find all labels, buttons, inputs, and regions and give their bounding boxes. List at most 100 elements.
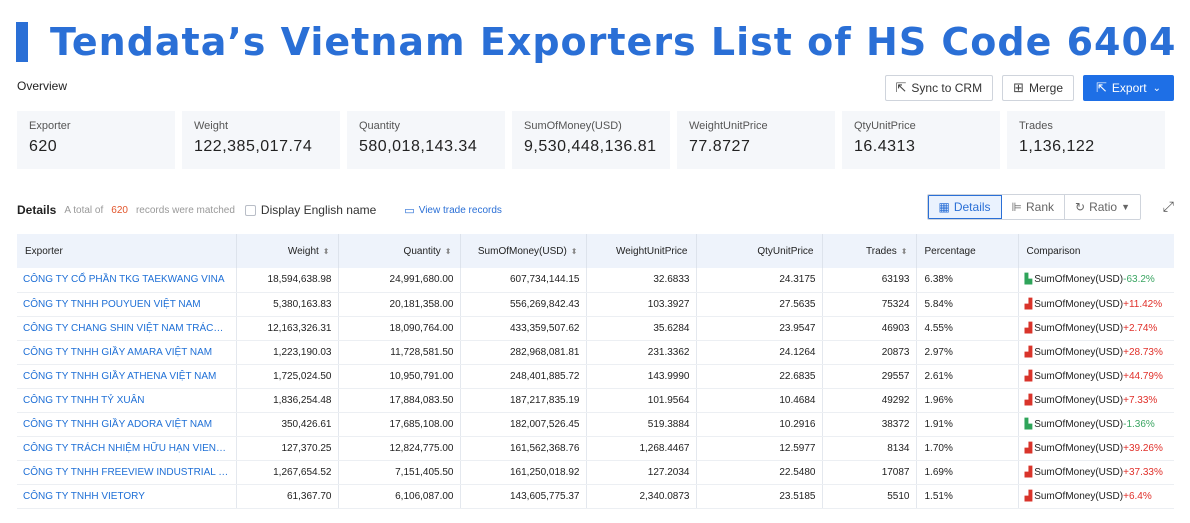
money-cell: 248,401,885.72 xyxy=(460,364,587,389)
details-total-prefix: A total of xyxy=(64,204,104,216)
comparison-cell[interactable]: ▟ SumOfMoney(USD)+2.74% xyxy=(1018,316,1174,341)
exporter-link[interactable]: CÔNG TY CỔ PHẦN TKG TAEKWANG VINA xyxy=(17,268,237,293)
comparison-cell[interactable]: ▙ SumOfMoney(USD)-63.2% xyxy=(1018,268,1174,293)
exporter-link[interactable]: CÔNG TY TRÁCH NHIỆM HỮU HẠN VIENERGY xyxy=(17,436,237,461)
quantity-cell: 11,728,581.50 xyxy=(338,340,461,365)
details-view-button[interactable]: ▦ Details xyxy=(927,195,1002,219)
qty-unit-price-cell: 22.5480 xyxy=(696,460,823,485)
comparison-change: +2.74% xyxy=(1123,322,1158,334)
comparison-cell[interactable]: ▟ SumOfMoney(USD)+44.79% xyxy=(1018,364,1174,389)
comparison-change: +37.33% xyxy=(1123,466,1163,478)
money-cell: 143,605,775.37 xyxy=(460,484,587,509)
qty-unit-price-cell: 27.5635 xyxy=(696,292,823,317)
percentage-cell: 2.97% xyxy=(916,340,1019,365)
table-row: CÔNG TY TNHH GIẦY ADORA VIỆT NAM 350,426.… xyxy=(17,412,1174,437)
col-qty-unit-price: QtyUnitPrice xyxy=(696,234,823,268)
table-row: CÔNG TY TNHH FREEVIEW INDUSTRIAL VIỆ... 1… xyxy=(17,460,1174,485)
trades-cell: 5510 xyxy=(822,484,917,509)
comparison-cell[interactable]: ▟ SumOfMoney(USD)+6.4% xyxy=(1018,484,1174,509)
comparison-cell[interactable]: ▟ SumOfMoney(USD)+39.26% xyxy=(1018,436,1174,461)
weight-cell: 1,725,024.50 xyxy=(236,364,339,389)
money-cell: 282,968,081.81 xyxy=(460,340,587,365)
col-quantity[interactable]: Quantity ⬍ xyxy=(338,234,461,268)
qty-unit-price-cell: 22.6835 xyxy=(696,364,823,389)
quantity-cell: 17,884,083.50 xyxy=(338,388,461,413)
trend-chart-icon: ▟ xyxy=(1024,490,1033,502)
details-bar: Details A total of 620 records were matc… xyxy=(17,194,1174,222)
qty-unit-price-cell: 12.5977 xyxy=(696,436,823,461)
exporter-link[interactable]: CÔNG TY TNHH GIẦY ATHENA VIỆT NAM xyxy=(17,364,237,389)
col-trades[interactable]: Trades ⬍ xyxy=(822,234,917,268)
col-weight-unit-price: WeightUnitPrice xyxy=(586,234,697,268)
english-name-label: Display English name xyxy=(260,203,377,217)
sync-to-crm-button[interactable]: ⇱ Sync to CRM xyxy=(884,75,994,101)
trend-chart-icon: ▟ xyxy=(1024,322,1033,334)
english-name-checkbox[interactable] xyxy=(244,204,256,216)
exporter-link[interactable]: CÔNG TY CHANG SHIN VIỆT NAM TRÁCH N... xyxy=(17,316,237,341)
table-row: CÔNG TY TNHH POUYUEN VIỆT NAM 5,380,163.8… xyxy=(17,292,1174,317)
weight-unit-price-cell: 127.2034 xyxy=(586,460,697,485)
comparison-cell[interactable]: ▟ SumOfMoney(USD)+37.33% xyxy=(1018,460,1174,485)
refresh-icon: ↻ xyxy=(1075,200,1086,214)
weight-cell: 12,163,326.31 xyxy=(236,316,339,341)
quantity-cell: 6,106,087.00 xyxy=(338,484,461,509)
quantity-cell: 20,181,358.00 xyxy=(338,292,461,317)
merge-button[interactable]: ⊞ Merge xyxy=(1002,75,1075,101)
english-name-toggle[interactable]: Display English name xyxy=(244,203,377,217)
stat-value: 122,385,017.74 xyxy=(194,138,313,155)
quantity-cell: 7,151,405.50 xyxy=(338,460,461,485)
comparison-change: +44.79% xyxy=(1123,370,1163,382)
comparison-metric: SumOfMoney(USD) xyxy=(1034,466,1124,478)
exporter-link[interactable]: CÔNG TY TNHH VIETORY xyxy=(17,484,237,509)
col-weight[interactable]: Weight ⬍ xyxy=(236,234,339,268)
trades-cell: 63193 xyxy=(822,268,917,293)
qty-unit-price-cell: 23.5185 xyxy=(696,484,823,509)
col-sum-of-money[interactable]: SumOfMoney(USD) ⬍ xyxy=(460,234,587,268)
sort-icon[interactable]: ⬍ xyxy=(323,247,330,256)
quantity-cell: 18,090,764.00 xyxy=(338,316,461,341)
comparison-cell[interactable]: ▟ SumOfMoney(USD)+28.73% xyxy=(1018,340,1174,365)
trades-cell: 8134 xyxy=(822,436,917,461)
comparison-cell[interactable]: ▙ SumOfMoney(USD)-1.36% xyxy=(1018,412,1174,437)
stat-card: Trades 1,136,122 xyxy=(1007,111,1165,169)
sort-icon[interactable]: ⬍ xyxy=(445,247,452,256)
rank-view-button[interactable]: ⊫ Rank xyxy=(1001,195,1065,219)
trend-chart-icon: ▙ xyxy=(1024,274,1033,286)
comparison-change: +28.73% xyxy=(1123,346,1163,358)
view-trade-records-link[interactable]: ▭ View trade records xyxy=(404,204,502,217)
exporter-link[interactable]: CÔNG TY TNHH POUYUEN VIỆT NAM xyxy=(17,292,237,317)
comparison-change: +11.42% xyxy=(1123,298,1163,310)
trades-cell: 46903 xyxy=(822,316,917,341)
comparison-change: +7.33% xyxy=(1123,394,1158,406)
exporter-link[interactable]: CÔNG TY TNHH GIẦY ADORA VIỆT NAM xyxy=(17,412,237,437)
trades-cell: 29557 xyxy=(822,364,917,389)
exporter-link[interactable]: CÔNG TY TNHH GIẦY AMARA VIỆT NAM xyxy=(17,340,237,365)
sort-icon[interactable]: ⬍ xyxy=(901,247,908,256)
trend-chart-icon: ▙ xyxy=(1024,418,1033,430)
comparison-cell[interactable]: ▟ SumOfMoney(USD)+7.33% xyxy=(1018,388,1174,413)
stat-label: Exporter xyxy=(29,120,71,132)
percentage-cell: 5.84% xyxy=(916,292,1019,317)
comparison-cell[interactable]: ▟ SumOfMoney(USD)+11.42% xyxy=(1018,292,1174,317)
stat-value: 77.8727 xyxy=(689,138,751,155)
weight-cell: 5,380,163.83 xyxy=(236,292,339,317)
stat-value: 16.4313 xyxy=(854,138,916,155)
weight-unit-price-cell: 1,268.4467 xyxy=(586,436,697,461)
weight-cell: 350,426.61 xyxy=(236,412,339,437)
col-exporter: Exporter xyxy=(17,234,237,268)
qty-unit-price-cell: 24.3175 xyxy=(696,268,823,293)
export-button[interactable]: ⇱ Export ⌄ xyxy=(1083,75,1174,101)
ratio-view-button[interactable]: ↻ Ratio ▼ xyxy=(1065,195,1140,219)
exporter-link[interactable]: CÔNG TY TNHH TỶ XUÂN xyxy=(17,388,237,413)
merge-icon: ⊞ xyxy=(1013,80,1024,95)
fullscreen-icon[interactable]: ⤢ xyxy=(1163,198,1174,215)
stat-label: SumOfMoney(USD) xyxy=(524,120,622,132)
exporter-link[interactable]: CÔNG TY TNHH FREEVIEW INDUSTRIAL VIỆ... xyxy=(17,460,237,485)
percentage-cell: 1.70% xyxy=(916,436,1019,461)
weight-unit-price-cell: 101.9564 xyxy=(586,388,697,413)
weight-unit-price-cell: 2,340.0873 xyxy=(586,484,697,509)
sort-icon[interactable]: ⬍ xyxy=(571,247,578,256)
page-title: Tendata’s Vietnam Exporters List of HS C… xyxy=(50,20,1177,64)
overview-label: Overview xyxy=(17,79,68,93)
money-cell: 607,734,144.15 xyxy=(460,268,587,293)
